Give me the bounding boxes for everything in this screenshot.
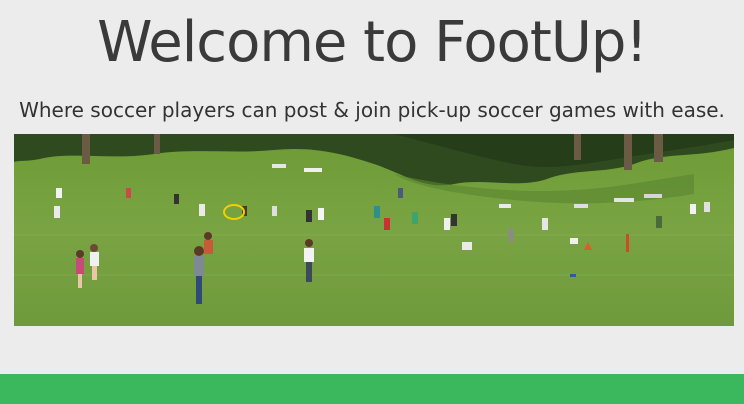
page-title: Welcome to FootUp! <box>97 10 648 75</box>
hero-image <box>14 134 734 326</box>
footer-bar <box>0 374 744 404</box>
landing-page: Welcome to FootUp! Where soccer players … <box>0 0 744 404</box>
page-subtitle: Where soccer players can post & join pic… <box>19 98 725 122</box>
